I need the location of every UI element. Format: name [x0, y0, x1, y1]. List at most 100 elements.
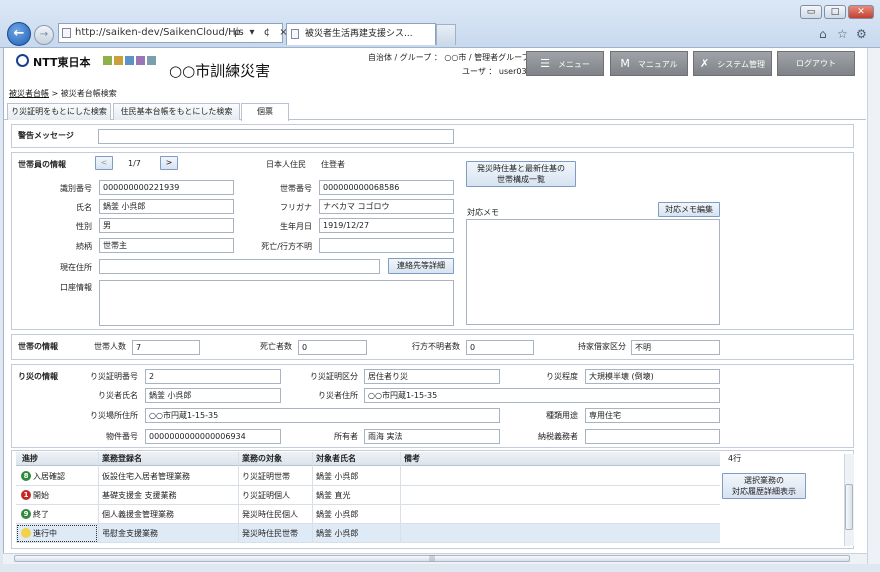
name-field[interactable]: 鍋釜 小呉郎 — [99, 199, 234, 214]
sex-label: 性別 — [76, 222, 92, 231]
owner-type-label: 持家借家区分 — [578, 342, 626, 351]
menu-button[interactable]: ☰ メニュー — [526, 51, 604, 76]
cell-business: 個人義援金管理業務 — [102, 510, 174, 519]
property-label: 物件番号 — [106, 432, 138, 441]
id-field[interactable]: 000000000221939 — [99, 180, 234, 195]
relation-field[interactable]: 世帯主 — [99, 238, 234, 253]
status-badge-icon: 1 — [21, 490, 31, 500]
star-icon[interactable]: ☆ — [837, 27, 848, 41]
column-divider — [238, 452, 239, 543]
column-progress: 進捗 — [22, 454, 38, 463]
victim-name-label: り災者氏名 — [98, 391, 138, 400]
household-no-field[interactable]: 000000000068586 — [319, 180, 454, 195]
birth-field[interactable]: 1919/12/27 — [319, 218, 454, 233]
victim-address-field[interactable]: ○○市円蔵1-15-35 — [364, 388, 720, 403]
missing-label: 行方不明者数 — [412, 342, 460, 351]
cert-no-field[interactable]: 2 — [145, 369, 281, 384]
cert-no-label: り災証明番号 — [90, 372, 138, 381]
forward-arrow-icon[interactable]: → — [34, 25, 54, 45]
menu-lines-icon: ☰ — [540, 57, 550, 70]
relation-label: 続柄 — [76, 242, 92, 251]
death-field[interactable] — [319, 238, 454, 253]
close-window-button[interactable]: ✕ — [848, 5, 874, 19]
cell-business: 基礎支援金 支援業務 — [102, 491, 177, 500]
status-badge-icon: 8 — [21, 471, 31, 481]
resident-value: 住登者 — [321, 160, 345, 169]
resident-label: 日本人住民 — [266, 160, 306, 169]
column-divider — [400, 452, 401, 543]
id-label: 識別番号 — [60, 184, 92, 193]
cell-status: 進行中 — [33, 529, 57, 538]
tab-individual[interactable]: 個票 — [241, 103, 289, 121]
address-field[interactable] — [99, 259, 380, 274]
row-count: 4行 — [728, 454, 742, 463]
name-label: 氏名 — [76, 203, 92, 212]
history-detail-button[interactable]: 選択業務の 対応履歴詳細表示 — [722, 473, 806, 499]
cert-type-field[interactable]: 居住者り災 — [364, 369, 500, 384]
table-scroll-thumb[interactable] — [845, 484, 853, 530]
horizontal-scroll-thumb[interactable]: ||| — [14, 555, 850, 562]
memo-label: 対応メモ — [467, 208, 499, 217]
victim-name-field[interactable]: 鍋釜 小呉郎 — [145, 388, 281, 403]
household-heading: 世帯の情報 — [18, 342, 58, 351]
minimize-button[interactable]: ▭ — [800, 5, 822, 19]
home-icon[interactable]: ⌂ — [819, 27, 827, 41]
cell-target: り災証明個人 — [242, 491, 290, 500]
column-target: 業務の対象 — [242, 454, 282, 463]
sex-field[interactable]: 男 — [99, 218, 234, 233]
address-label: 現在住所 — [60, 263, 92, 272]
page-vertical-scrollbar[interactable] — [867, 48, 880, 564]
column-divider — [98, 452, 99, 543]
tax-label: 納税義務者 — [538, 432, 578, 441]
tools-icon: ✗ — [700, 57, 710, 70]
gear-icon[interactable]: ⚙ — [856, 27, 867, 41]
kana-label: フリガナ — [280, 203, 312, 212]
use-field[interactable]: 専用住宅 — [585, 408, 720, 423]
page-icon — [291, 29, 299, 39]
owner-field[interactable]: 雨海 実法 — [364, 429, 500, 444]
degree-field[interactable]: 大規模半壊 (倒壊) — [585, 369, 720, 384]
missing-field[interactable]: 0 — [466, 340, 534, 355]
memo-field[interactable] — [466, 219, 720, 325]
page-title: ○○市訓練災害 — [169, 62, 271, 80]
account-field[interactable] — [99, 280, 454, 326]
count-label: 世帯人数 — [94, 342, 126, 351]
breadcrumb-link[interactable]: 被災者台帳 — [9, 89, 49, 98]
prev-member-button[interactable]: < — [95, 156, 113, 170]
dead-field[interactable]: 0 — [298, 340, 367, 355]
breadcrumb-current: > 被災者台帳検索 — [49, 89, 117, 98]
tab-certificate-search[interactable]: り災証明をもとにした検索 — [7, 103, 111, 120]
tax-field[interactable] — [585, 429, 720, 444]
manual-button[interactable]: M マニュアル — [610, 51, 688, 76]
cell-person: 鍋釜 小呉郎 — [316, 472, 359, 481]
degree-label: り災程度 — [546, 372, 578, 381]
back-arrow-icon[interactable]: ← — [7, 22, 31, 46]
count-field[interactable]: 7 — [132, 340, 200, 355]
maximize-button[interactable]: □ — [824, 5, 846, 19]
group-info: 自治体 / グループ ： ○○市 / 管理者グループ — [368, 53, 530, 62]
breadcrumb: 被災者台帳 > 被災者台帳検索 — [9, 88, 117, 99]
member-pager: 1/7 — [128, 159, 141, 168]
next-member-button[interactable]: > — [160, 156, 178, 170]
system-admin-button[interactable]: ✗ システム管理 — [693, 51, 772, 76]
address-tools[interactable]: ρ ▾ ¢ × — [234, 24, 288, 42]
tab-resident-search[interactable]: 住民基本台帳をもとにした検索 — [113, 103, 240, 120]
household-composition-button[interactable]: 発災時住基と最新住基の 世帯構成一覧 — [466, 161, 576, 187]
kana-field[interactable]: ナベカマ コゴロウ — [319, 199, 454, 214]
contact-detail-button[interactable]: 連絡先等詳細 — [388, 258, 454, 274]
new-tab-button[interactable] — [436, 24, 456, 45]
column-person: 対象者氏名 — [316, 454, 356, 463]
column-divider — [312, 452, 313, 543]
browser-tab-active[interactable]: 被災者生活再建支援シス... — [286, 23, 436, 45]
member-heading: 世帯員の情報 — [18, 160, 66, 169]
user-info: ユーザ ： user03 — [462, 67, 527, 76]
logout-button[interactable]: ログアウト — [777, 51, 855, 76]
property-field[interactable]: 0000000000000006934 — [145, 429, 281, 444]
use-label: 種類用途 — [546, 411, 578, 420]
status-bar — [0, 564, 880, 572]
cell-business: 弔慰金支援業務 — [102, 529, 158, 538]
memo-edit-button[interactable]: 対応メモ編集 — [658, 202, 720, 217]
place-field[interactable]: ○○市円蔵1-15-35 — [145, 408, 500, 423]
owner-type-field[interactable]: 不明 — [631, 340, 720, 355]
household-no-label: 世帯番号 — [280, 184, 312, 193]
